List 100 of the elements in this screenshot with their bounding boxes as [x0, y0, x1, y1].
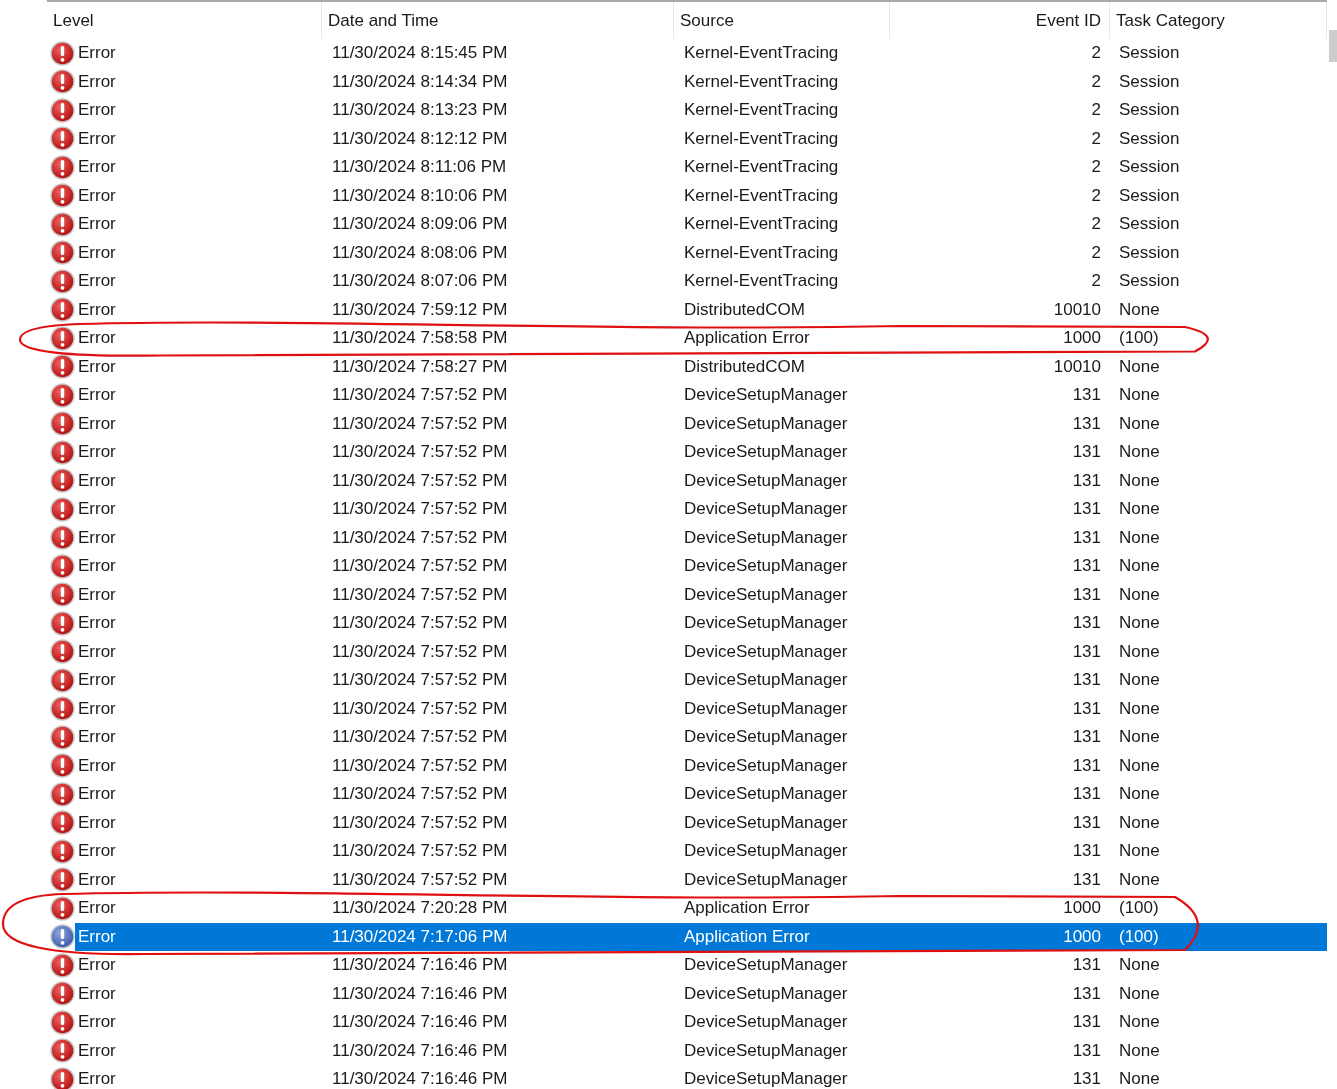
task-category-cell-text: None: [1118, 1011, 1161, 1034]
table-row[interactable]: Error 11/30/2024 7:57:52 PM DeviceSetupManager 131 None: [75, 438, 1327, 467]
level-cell-text: Error: [77, 156, 117, 179]
table-row[interactable]: Error 11/30/2024 8:10:06 PM Kernel-EventTracing 2 Session: [75, 181, 1327, 210]
source-cell-text: DeviceSetupManager: [683, 840, 849, 863]
level-cell-text: Error: [77, 327, 117, 350]
table-row[interactable]: Error 11/30/2024 7:20:28 PM Application Error 1000 (100): [75, 894, 1327, 923]
error-icon: [50, 582, 75, 608]
table-row[interactable]: Error 11/30/2024 7:17:06 PM Application Error 1000 (100): [75, 922, 1327, 951]
event-id-cell-text: 1000: [1062, 897, 1102, 920]
level-cell-text: Error: [77, 640, 117, 663]
table-row[interactable]: Error 11/30/2024 8:07:06 PM Kernel-EventTracing 2 Session: [75, 267, 1327, 296]
table-row[interactable]: Error 11/30/2024 7:58:58 PM Application Error 1000 (100): [75, 324, 1327, 353]
event-id-cell-text: 2: [1090, 127, 1102, 150]
table-row[interactable]: Error 11/30/2024 7:57:52 PM DeviceSetupManager 131 None: [75, 609, 1327, 638]
table-row[interactable]: Error 11/30/2024 7:58:27 PM DistributedCOM 10010 None: [75, 352, 1327, 381]
table-row[interactable]: Error 11/30/2024 8:09:06 PM Kernel-EventTracing 2 Session: [75, 210, 1327, 239]
event-id-cell-text: 131: [1071, 669, 1102, 692]
level-cell-text: Error: [77, 697, 117, 720]
table-row[interactable]: Error 11/30/2024 7:57:52 PM DeviceSetupManager 131 None: [75, 637, 1327, 666]
task-category-cell-text: Session: [1118, 213, 1181, 236]
table-row[interactable]: Error 11/30/2024 7:16:46 PM DeviceSetupManager 131 None: [75, 979, 1327, 1008]
task-category-cell-text: None: [1118, 384, 1161, 407]
table-row[interactable]: Error 11/30/2024 8:12:12 PM Kernel-EventTracing 2 Session: [75, 124, 1327, 153]
table-row[interactable]: Error 11/30/2024 7:57:52 PM DeviceSetupManager 131 None: [75, 523, 1327, 552]
date-cell-text: 11/30/2024 8:07:06 PM: [331, 270, 509, 293]
level-cell-text: Error: [77, 498, 117, 521]
task-category-cell-text: Session: [1118, 70, 1181, 93]
column-header[interactable]: Task Category: [1110, 2, 1327, 39]
level-cell-text: Error: [77, 612, 117, 635]
table-row[interactable]: Error 11/30/2024 7:59:12 PM DistributedCOM 10010 None: [75, 295, 1327, 324]
level-cell-text: Error: [77, 99, 117, 122]
date-cell-text: 11/30/2024 7:16:46 PM: [331, 1011, 509, 1034]
error-icon: [50, 639, 75, 665]
task-category-cell-text: None: [1118, 1039, 1161, 1062]
error-icon: [50, 525, 75, 551]
table-row[interactable]: Error 11/30/2024 7:57:52 PM DeviceSetupManager 131 None: [75, 723, 1327, 752]
table-row[interactable]: Error 11/30/2024 7:57:52 PM DeviceSetupManager 131 None: [75, 409, 1327, 438]
table-row[interactable]: Error 11/30/2024 7:16:46 PM DeviceSetupManager 131 None: [75, 1008, 1327, 1037]
source-cell-text: DeviceSetupManager: [683, 441, 849, 464]
table-row[interactable]: Error 11/30/2024 8:11:06 PM Kernel-EventTracing 2 Session: [75, 153, 1327, 182]
source-cell-text: DeviceSetupManager: [683, 982, 849, 1005]
table-row[interactable]: Error 11/30/2024 7:57:52 PM DeviceSetupManager 131 None: [75, 580, 1327, 609]
task-category-cell-text: Session: [1118, 270, 1181, 293]
source-cell-text: DeviceSetupManager: [683, 783, 849, 806]
event-id-cell-text: 131: [1071, 526, 1102, 549]
column-header[interactable]: Source: [674, 2, 890, 39]
error-icon: [50, 838, 75, 864]
date-cell-text: 11/30/2024 7:57:52 PM: [331, 669, 509, 692]
error-icon: [50, 696, 75, 722]
table-row[interactable]: Error 11/30/2024 8:15:45 PM Kernel-EventTracing 2 Session: [75, 39, 1327, 68]
scrollbar-thumb[interactable]: [1329, 30, 1337, 62]
table-row[interactable]: Error 11/30/2024 7:57:52 PM DeviceSetupManager 131 None: [75, 808, 1327, 837]
date-cell-text: 11/30/2024 7:57:52 PM: [331, 754, 509, 777]
source-cell-text: DeviceSetupManager: [683, 384, 849, 407]
date-cell-text: 11/30/2024 7:57:52 PM: [331, 612, 509, 635]
table-row[interactable]: Error 11/30/2024 8:13:23 PM Kernel-EventTracing 2 Session: [75, 96, 1327, 125]
table-row[interactable]: Error 11/30/2024 7:57:52 PM DeviceSetupManager 131 None: [75, 780, 1327, 809]
error-icon: [50, 268, 75, 294]
table-row[interactable]: Error 11/30/2024 7:57:52 PM DeviceSetupManager 131 None: [75, 751, 1327, 780]
event-id-cell-text: 2: [1090, 156, 1102, 179]
date-cell-text: 11/30/2024 7:57:52 PM: [331, 697, 509, 720]
table-row[interactable]: Error 11/30/2024 7:57:52 PM DeviceSetupManager 131 None: [75, 466, 1327, 495]
source-cell-text: Kernel-EventTracing: [683, 213, 840, 236]
column-header[interactable]: Event ID: [890, 2, 1110, 39]
source-cell-text: DeviceSetupManager: [683, 1011, 849, 1034]
column-header[interactable]: Level: [47, 2, 322, 39]
event-id-cell-text: 131: [1071, 555, 1102, 578]
error-icon: [50, 325, 75, 351]
source-cell-text: Kernel-EventTracing: [683, 99, 840, 122]
table-row[interactable]: Error 11/30/2024 8:14:34 PM Kernel-EventTracing 2 Session: [75, 67, 1327, 96]
level-cell-text: Error: [77, 42, 117, 65]
table-row[interactable]: Error 11/30/2024 7:57:52 PM DeviceSetupManager 131 None: [75, 381, 1327, 410]
table-row[interactable]: Error 11/30/2024 7:57:52 PM DeviceSetupManager 131 None: [75, 552, 1327, 581]
date-cell-text: 11/30/2024 8:15:45 PM: [331, 42, 509, 65]
source-cell-text: Application Error: [683, 897, 811, 920]
table-row[interactable]: Error 11/30/2024 7:57:52 PM DeviceSetupManager 131 None: [75, 865, 1327, 894]
date-cell-text: 11/30/2024 8:09:06 PM: [331, 213, 509, 236]
table-row[interactable]: Error 11/30/2024 7:16:46 PM DeviceSetupManager 131 None: [75, 951, 1327, 980]
event-id-cell-text: 131: [1071, 697, 1102, 720]
source-cell-text: DeviceSetupManager: [683, 669, 849, 692]
table-row[interactable]: Error 11/30/2024 7:57:52 PM DeviceSetupManager 131 None: [75, 495, 1327, 524]
task-category-cell-text: None: [1118, 298, 1161, 321]
column-header[interactable]: Date and Time: [322, 2, 674, 39]
date-cell-text: 11/30/2024 8:12:12 PM: [331, 127, 509, 150]
error-icon: [50, 411, 75, 437]
task-category-cell-text: None: [1118, 868, 1161, 891]
table-row[interactable]: Error 11/30/2024 7:16:46 PM DeviceSetupManager 131 None: [75, 1065, 1327, 1089]
source-cell-text: DeviceSetupManager: [683, 697, 849, 720]
table-row[interactable]: Error 11/30/2024 8:08:06 PM Kernel-EventTracing 2 Session: [75, 238, 1327, 267]
level-cell-text: Error: [77, 526, 117, 549]
task-category-cell-text: None: [1118, 412, 1161, 435]
table-row[interactable]: Error 11/30/2024 7:57:52 PM DeviceSetupManager 131 None: [75, 694, 1327, 723]
table-row[interactable]: Error 11/30/2024 7:57:52 PM DeviceSetupManager 131 None: [75, 837, 1327, 866]
level-cell-text: Error: [77, 897, 117, 920]
task-category-cell-text: None: [1118, 697, 1161, 720]
table-row[interactable]: Error 11/30/2024 7:57:52 PM DeviceSetupManager 131 None: [75, 666, 1327, 695]
error-icon: [50, 810, 75, 836]
table-row[interactable]: Error 11/30/2024 7:16:46 PM DeviceSetupManager 131 None: [75, 1036, 1327, 1065]
level-cell-text: Error: [77, 982, 117, 1005]
